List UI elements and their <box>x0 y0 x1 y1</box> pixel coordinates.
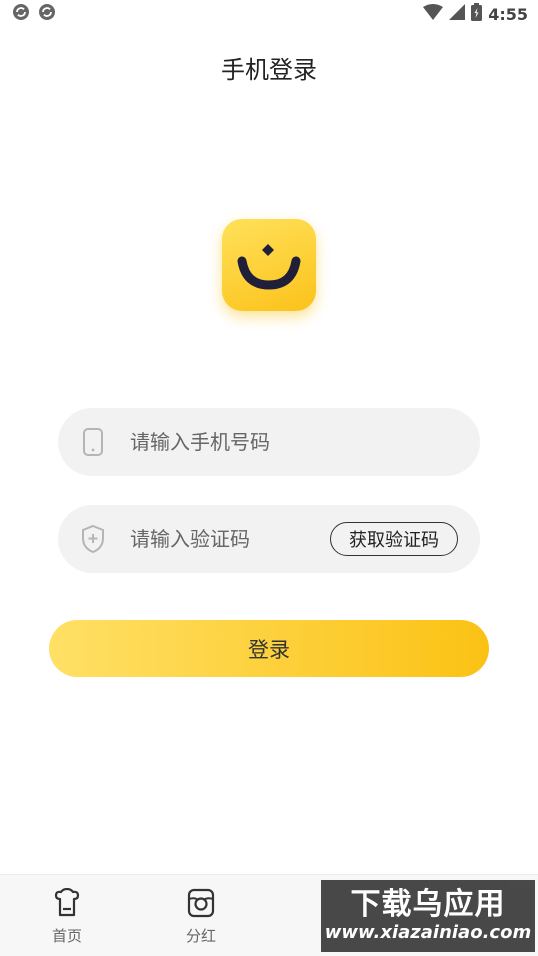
status-left <box>12 3 56 25</box>
nav-item-dividend[interactable]: 分红 <box>161 887 241 946</box>
phone-icon <box>80 427 106 457</box>
app-logo <box>222 219 316 311</box>
page-title: 手机登录 <box>221 56 317 84</box>
nav-label-dividend: 分红 <box>185 927 216 945</box>
signal-icon <box>449 4 466 24</box>
nav-item-home[interactable]: 首页 <box>27 887 107 946</box>
code-field[interactable]: 获取验证码 <box>58 505 480 573</box>
sync-icon <box>38 3 56 25</box>
battery-icon <box>471 3 483 25</box>
nav-label-home: 首页 <box>51 927 82 945</box>
sync-icon <box>12 3 30 25</box>
status-right: 4:55 <box>423 3 528 25</box>
status-bar: 4:55 <box>0 0 538 28</box>
watermark-url: www.xiazainiao.com <box>324 922 532 943</box>
code-input[interactable] <box>130 527 320 551</box>
watermark: 下载乌应用 www.xiazainiao.com <box>321 880 535 952</box>
shield-plus-icon <box>80 524 106 554</box>
phone-input[interactable] <box>130 430 320 454</box>
phone-field[interactable] <box>58 408 480 476</box>
dividend-icon <box>185 887 217 919</box>
watermark-main: 下载乌应用 <box>350 887 506 922</box>
get-code-button[interactable]: 获取验证码 <box>330 522 458 556</box>
wifi-icon <box>423 4 444 24</box>
status-time: 4:55 <box>488 4 528 24</box>
login-button[interactable]: 登录 <box>49 620 489 677</box>
smile-logo-icon <box>237 244 301 290</box>
home-icon <box>51 887 83 919</box>
